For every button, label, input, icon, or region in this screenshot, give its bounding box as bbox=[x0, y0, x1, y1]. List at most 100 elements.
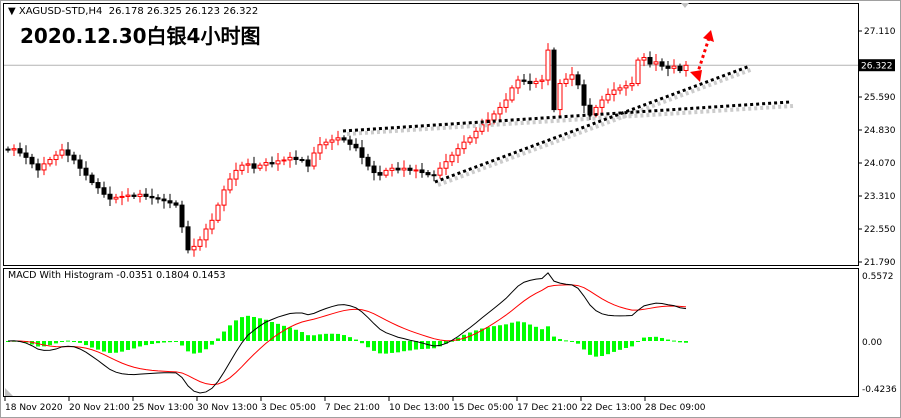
y-tick-label: 24.830 bbox=[864, 126, 896, 136]
macd-histogram-bar bbox=[138, 341, 142, 347]
scroll-corner-icon bbox=[5, 388, 13, 396]
forecast-arrow bbox=[695, 37, 711, 76]
candle-up bbox=[335, 137, 341, 141]
macd-histogram-bar bbox=[660, 337, 664, 341]
candle-down bbox=[185, 226, 191, 251]
macd-histogram-bar bbox=[558, 339, 562, 341]
candle-down bbox=[149, 195, 155, 199]
candle-down bbox=[347, 139, 353, 145]
macd-histogram-bar bbox=[60, 341, 64, 342]
candle-up bbox=[41, 163, 47, 171]
candle-down bbox=[647, 56, 653, 65]
macd-histogram-bar bbox=[618, 341, 622, 350]
candle-down bbox=[251, 163, 257, 169]
candle-up bbox=[257, 164, 263, 169]
candle-down bbox=[167, 200, 173, 204]
macd-histogram-bar bbox=[282, 325, 286, 341]
candle-up bbox=[59, 149, 65, 156]
macd-histogram-bar bbox=[528, 324, 532, 341]
candle-down bbox=[95, 182, 101, 189]
candle-down bbox=[299, 159, 305, 162]
macd-histogram-bar bbox=[240, 317, 244, 341]
candle-down bbox=[425, 172, 431, 176]
candle-down bbox=[677, 65, 683, 72]
trendline-shadow bbox=[346, 104, 794, 136]
macd-histogram-bar bbox=[354, 339, 358, 341]
candle-up bbox=[641, 56, 647, 61]
ohlc-values: 26.178 26.325 26.123 26.322 bbox=[108, 6, 259, 17]
candle-up bbox=[281, 159, 287, 162]
candle-down bbox=[665, 65, 671, 69]
x-tick-label: 10 Dec 13:00 bbox=[389, 403, 450, 413]
macd-histogram-bar bbox=[666, 339, 670, 341]
dropdown-triangle-icon[interactable]: ▼ bbox=[8, 6, 19, 17]
candle-up bbox=[413, 169, 419, 172]
y-tick-label: 25.590 bbox=[864, 93, 896, 103]
candle-up bbox=[53, 154, 59, 161]
candle-down bbox=[5, 148, 11, 151]
candle-down bbox=[551, 49, 557, 111]
candle-down bbox=[377, 172, 383, 176]
candle-up bbox=[389, 167, 395, 171]
candle-up bbox=[113, 196, 119, 200]
macd-histogram-bar bbox=[408, 341, 412, 351]
candle-up bbox=[329, 139, 335, 143]
candle-down bbox=[83, 167, 89, 176]
macd-histogram-bar bbox=[324, 333, 328, 341]
candle-up bbox=[233, 169, 239, 180]
macd-histogram-bar bbox=[300, 332, 304, 341]
candle-up bbox=[635, 59, 641, 85]
macd-histogram-bar bbox=[78, 341, 82, 343]
macd-histogram-bar bbox=[678, 341, 682, 343]
macd-histogram-bar bbox=[108, 341, 112, 353]
macd-histogram-bar bbox=[570, 340, 574, 342]
macd-label: MACD With Histogram -0.0351 0.1804 0.145… bbox=[8, 270, 226, 281]
macd-histogram-bar bbox=[330, 333, 334, 341]
macd-histogram-bar bbox=[120, 341, 124, 352]
candle-down bbox=[65, 149, 71, 156]
macd-histogram-bar bbox=[576, 341, 580, 344]
macd-histogram-bar bbox=[96, 341, 100, 350]
y-tick-label: 27.110 bbox=[864, 27, 896, 37]
macd-histogram-bar bbox=[582, 341, 586, 350]
candle-up bbox=[467, 137, 473, 143]
macd-histogram-bar bbox=[564, 340, 568, 342]
candle-up bbox=[629, 83, 635, 87]
macd-histogram-bar bbox=[156, 341, 160, 344]
x-tick-label: 20 Nov 21:00 bbox=[69, 403, 130, 413]
candle-down bbox=[431, 174, 437, 177]
macd-histogram-bar bbox=[336, 333, 340, 341]
candle-up bbox=[197, 239, 203, 247]
chart-canvas[interactable]: 27.110 25.590 24.830 24.070 23.310 22.550 21.7… bbox=[0, 0, 901, 418]
x-tick-label: 3 Dec 05:00 bbox=[261, 403, 316, 413]
macd-histogram-bar bbox=[204, 341, 208, 350]
macd-histogram-bar bbox=[474, 330, 478, 341]
candle-down bbox=[305, 159, 311, 167]
macd-histogram-bar bbox=[642, 337, 646, 341]
candle-up bbox=[263, 162, 269, 166]
candle-down bbox=[419, 169, 425, 174]
macd-histogram-bar bbox=[306, 335, 310, 341]
macd-histogram-bar bbox=[210, 341, 214, 345]
macd-histogram-bar bbox=[594, 341, 598, 357]
macd-main-line bbox=[7, 272, 687, 394]
candle-up bbox=[119, 195, 125, 198]
macd-histogram-bar bbox=[276, 323, 280, 341]
x-tick-label: 18 Nov 2020 bbox=[5, 403, 63, 413]
macd-histogram-bar bbox=[114, 341, 118, 353]
candle-down bbox=[131, 194, 137, 197]
macd-histogram-bar bbox=[132, 341, 136, 349]
macd-histogram-bar bbox=[174, 341, 178, 342]
macd-histogram-bar bbox=[228, 325, 232, 341]
candle-up bbox=[539, 79, 545, 82]
candle-up bbox=[563, 78, 569, 85]
candle-up bbox=[275, 160, 281, 165]
macd-histogram-bar bbox=[162, 341, 166, 343]
macd-histogram-bar bbox=[66, 340, 70, 342]
macd-histogram-bar bbox=[378, 341, 382, 354]
macd-histogram-bar bbox=[396, 341, 400, 353]
candle-up bbox=[533, 80, 539, 85]
macd-histogram-bar bbox=[318, 334, 322, 341]
macd-tick-label: -0.4236 bbox=[862, 385, 897, 395]
macd-tick-label: 0.00 bbox=[862, 338, 882, 348]
